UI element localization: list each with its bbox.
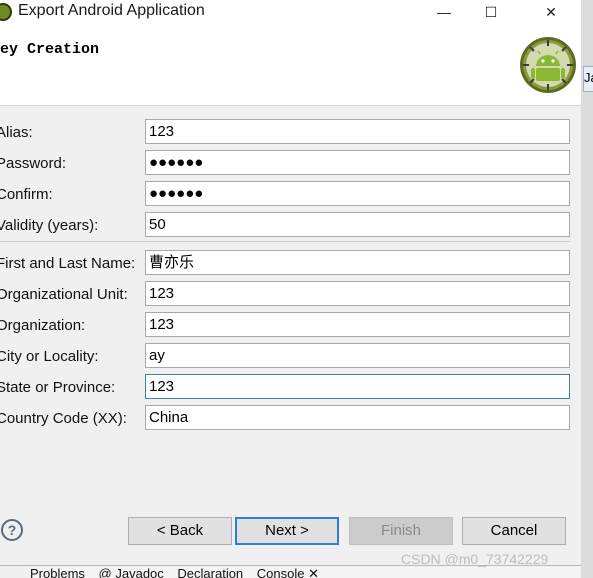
wizard-header: ey Creation (0, 24, 581, 106)
password-input[interactable]: ●●●●●● (145, 150, 570, 175)
declaration-tab[interactable]: Declaration (177, 566, 243, 578)
name-label: First and Last Name: (0, 255, 136, 272)
close-button[interactable]: ✕ (528, 0, 574, 24)
city-label: City or Locality: (0, 348, 99, 365)
state-input[interactable]: 123 (145, 374, 570, 399)
name-input[interactable]: 曹亦乐 (145, 250, 570, 275)
problems-tab[interactable]: Problems (30, 566, 85, 578)
validity-label: Validity (years): (0, 217, 99, 234)
android-logo-icon (520, 37, 576, 93)
state-label: State or Province: (0, 379, 116, 396)
help-icon[interactable]: ? (1, 519, 23, 541)
password-label: Password: (0, 155, 67, 172)
next-button[interactable]: Next > (235, 517, 339, 545)
cancel-button[interactable]: Cancel (462, 517, 566, 545)
window-title: Export Android Application (18, 2, 205, 19)
validity-input[interactable]: 50 (145, 212, 570, 237)
back-button[interactable]: < Back (128, 517, 232, 545)
watermark: CSDN @m0_73742229 (401, 551, 549, 567)
maximize-button[interactable]: ☐ (468, 0, 514, 24)
minimize-button[interactable]: — (421, 0, 467, 24)
window-titlebar: Export Android Application — ☐ ✕ (0, 0, 581, 24)
organization-label: Organization: (0, 317, 86, 334)
confirm-label: Confirm: (0, 186, 53, 203)
org-unit-label: Organizational Unit: (0, 286, 128, 303)
page-title: ey Creation (0, 41, 100, 58)
finish-button: Finish (349, 517, 453, 545)
ide-view-tabs: Problems @ Javadoc Declaration Console ✕ (30, 566, 581, 578)
org-unit-input[interactable]: 123 (145, 281, 570, 306)
city-input[interactable]: ay (145, 343, 570, 368)
country-code-input[interactable]: China (145, 405, 570, 430)
confirm-password-input[interactable]: ●●●●●● (145, 181, 570, 206)
country-label: Country Code (XX): (0, 410, 127, 427)
background-tab[interactable]: Ja (583, 66, 593, 92)
console-tab[interactable]: Console ✕ (257, 566, 319, 578)
javadoc-tab[interactable]: @ Javadoc (99, 566, 164, 578)
eclipse-app-icon (0, 3, 12, 21)
section-separator (0, 241, 570, 242)
alias-input[interactable]: 123 (145, 119, 570, 144)
alias-label: Alias: (0, 124, 33, 141)
organization-input[interactable]: 123 (145, 312, 570, 337)
